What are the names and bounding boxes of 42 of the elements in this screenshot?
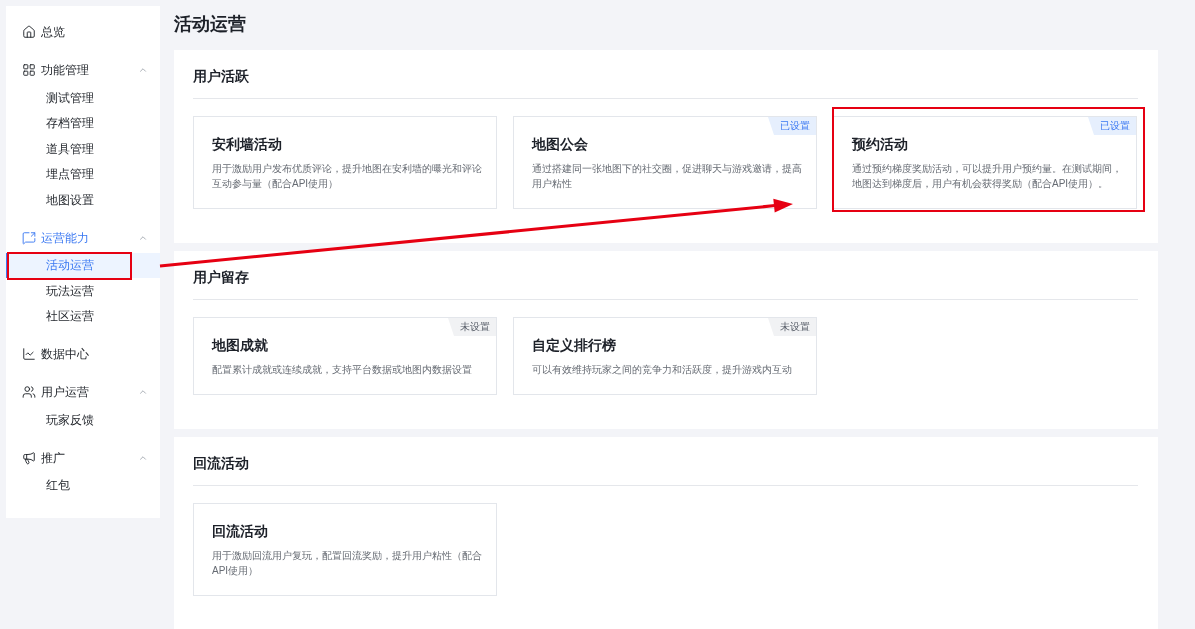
sidebar-item[interactable]: 存档管理 bbox=[6, 110, 160, 136]
sidebar-link[interactable]: 数据中心 bbox=[6, 341, 160, 367]
sidebar-group[interactable]: 用户运营 bbox=[6, 379, 160, 405]
card-title: 地图成就 bbox=[212, 336, 269, 355]
chat-bubble-icon bbox=[22, 230, 36, 245]
sidebar-item[interactable]: 活动运营 bbox=[6, 252, 160, 278]
sidebar-item[interactable]: 地图设置 bbox=[6, 187, 160, 213]
sidebar-item[interactable]: 玩家反馈 bbox=[6, 407, 160, 433]
sidebar-item[interactable]: 埋点管理 bbox=[6, 161, 160, 187]
card-title: 自定义排行榜 bbox=[532, 336, 617, 355]
feature-card[interactable]: 地图公会 通过搭建同一张地图下的社交圈，促进聊天与游戏邀请，提高用户粘性 已设置 bbox=[513, 116, 817, 209]
sidebar-group[interactable]: 推广 bbox=[6, 444, 160, 471]
sidebar-item[interactable]: 红包 bbox=[6, 472, 160, 498]
section-heading: 用户留存 bbox=[193, 268, 250, 287]
sidebar-item[interactable]: 社区运营 bbox=[6, 303, 160, 329]
megaphone-icon bbox=[22, 450, 36, 465]
page-title: 活动运营 bbox=[174, 13, 247, 36]
sidebar-group[interactable]: 运营能力 bbox=[6, 224, 160, 251]
card-description: 通过搭建同一张地图下的社交圈，促进聊天与游戏邀请，提高用户粘性 bbox=[532, 162, 802, 191]
sidebar-group[interactable]: 功能管理 bbox=[6, 57, 160, 83]
status-tag: 未设置 bbox=[768, 318, 816, 336]
status-tag: 已设置 bbox=[1088, 117, 1136, 135]
grid-icon bbox=[22, 63, 36, 77]
card-title: 地图公会 bbox=[532, 135, 589, 154]
card-title: 回流活动 bbox=[212, 522, 269, 541]
home-icon bbox=[22, 25, 36, 39]
feature-card[interactable]: 回流活动 用于激励回流用户复玩，配置回流奖励，提升用户粘性（配合API使用） bbox=[193, 503, 497, 596]
card-description: 用于激励回流用户复玩，配置回流奖励，提升用户粘性（配合API使用） bbox=[212, 549, 482, 578]
status-tag: 未设置 bbox=[448, 318, 496, 336]
sidebar-link[interactable]: 总览 bbox=[6, 19, 160, 45]
card-title: 预约活动 bbox=[852, 135, 909, 154]
sidebar-item[interactable]: 测试管理 bbox=[6, 85, 160, 111]
section-heading: 回流活动 bbox=[193, 454, 250, 473]
section-heading: 用户活跃 bbox=[193, 67, 250, 86]
status-tag: 已设置 bbox=[768, 117, 816, 135]
card-title: 安利墙活动 bbox=[212, 135, 283, 154]
users-icon bbox=[22, 385, 36, 399]
card-description: 用于激励用户发布优质评论，提升地图在安利墙的曝光和评论互动参与量（配合API使用） bbox=[212, 162, 482, 191]
feature-card[interactable]: 安利墙活动 用于激励用户发布优质评论，提升地图在安利墙的曝光和评论互动参与量（配合API使用） bbox=[193, 116, 497, 209]
line-chart-icon bbox=[22, 347, 36, 361]
sidebar-item[interactable]: 玩法运营 bbox=[6, 278, 160, 304]
sidebar-item[interactable]: 道具管理 bbox=[6, 136, 160, 162]
